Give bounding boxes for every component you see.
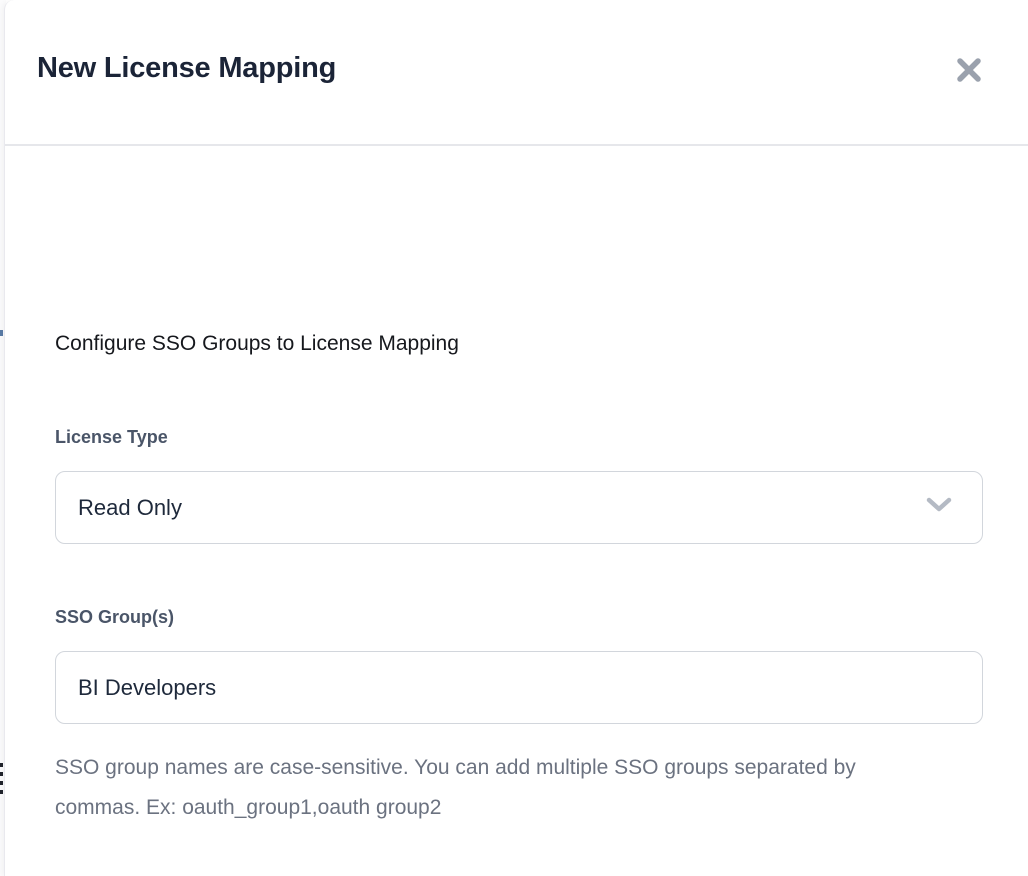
new-license-mapping-modal: New License Mapping Configure SSO Groups… bbox=[4, 0, 1028, 876]
close-icon bbox=[956, 57, 982, 86]
license-type-select[interactable]: Read Only bbox=[55, 471, 983, 544]
license-type-selected-value: Read Only bbox=[78, 495, 182, 521]
modal-description: Configure SSO Groups to License Mapping bbox=[55, 332, 459, 356]
sso-groups-label: SSO Group(s) bbox=[55, 607, 174, 628]
close-button[interactable] bbox=[954, 56, 984, 86]
background-artifact bbox=[0, 763, 3, 767]
background-artifact bbox=[0, 772, 3, 776]
background-artifact bbox=[0, 330, 3, 336]
background-artifact bbox=[0, 790, 3, 794]
license-type-label: License Type bbox=[55, 427, 168, 448]
sso-groups-input[interactable] bbox=[56, 652, 982, 723]
sso-groups-help-text: SSO group names are case-sensitive. You … bbox=[55, 748, 895, 828]
background-artifact bbox=[0, 781, 3, 785]
sso-groups-field bbox=[55, 651, 983, 724]
modal-header: New License Mapping bbox=[5, 0, 1028, 146]
modal-title: New License Mapping bbox=[37, 52, 336, 85]
chevron-down-icon bbox=[926, 497, 952, 518]
